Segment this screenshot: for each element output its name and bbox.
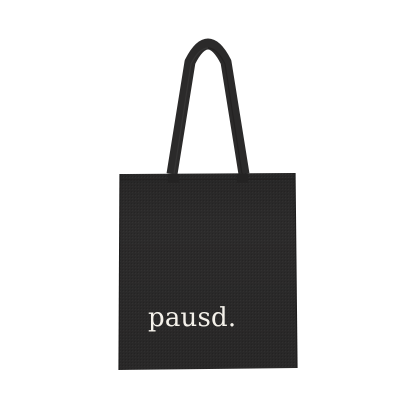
tote-bag-illustration [118, 38, 298, 371]
tote-print-brand-text: pausd. [148, 303, 237, 333]
tote-handle [166, 38, 250, 175]
product-photo-scene: pausd. [0, 0, 416, 416]
tote-body [118, 172, 298, 371]
